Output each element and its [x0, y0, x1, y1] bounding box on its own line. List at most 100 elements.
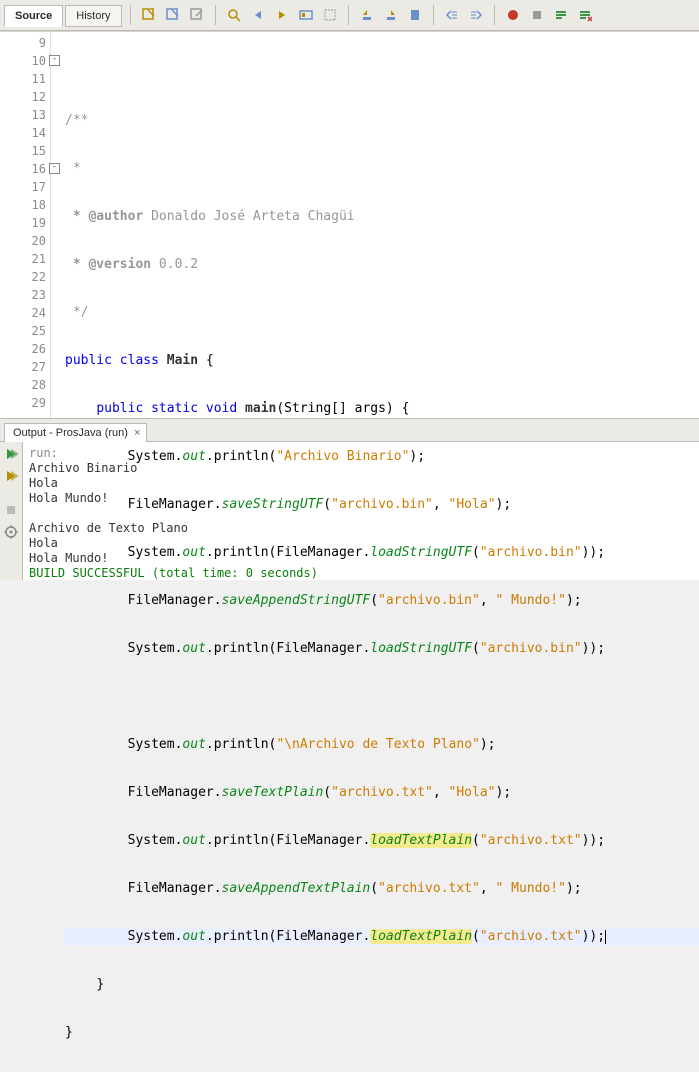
line-number[interactable]: 24 — [0, 304, 50, 322]
punct: ); — [409, 449, 425, 464]
separator — [215, 5, 216, 25]
last-edit-icon[interactable] — [138, 4, 160, 26]
back-icon[interactable] — [162, 4, 184, 26]
shift-left-icon[interactable] — [441, 4, 463, 26]
find-prev-icon[interactable] — [247, 4, 269, 26]
string-literal: "archivo.bin" — [331, 497, 433, 512]
line-number[interactable]: 11 — [0, 70, 50, 88]
line-number[interactable]: 10- — [0, 52, 50, 70]
version-value: 0.0.2 — [151, 257, 198, 272]
line-number[interactable]: 16- — [0, 160, 50, 178]
find-next-icon[interactable] — [271, 4, 293, 26]
next-bookmark-icon[interactable] — [380, 4, 402, 26]
line-number-gutter: 910-111213141516-17181920212223242526272… — [0, 32, 51, 418]
output-tab[interactable]: Output - ProsJava (run) × — [4, 423, 147, 442]
toggle-highlight-icon[interactable] — [295, 4, 317, 26]
field: out — [182, 833, 205, 848]
method-name: main — [245, 401, 276, 416]
forward-icon[interactable] — [186, 4, 208, 26]
close-icon[interactable]: × — [134, 427, 140, 439]
method-call: saveAppendTextPlain — [222, 881, 371, 896]
separator — [348, 5, 349, 25]
method-call: loadTextPlain — [370, 833, 472, 848]
find-selection-icon[interactable] — [223, 4, 245, 26]
rerun-icon[interactable] — [3, 446, 19, 462]
prev-bookmark-icon[interactable] — [356, 4, 378, 26]
field: out — [182, 929, 205, 944]
line-number[interactable]: 13 — [0, 106, 50, 124]
tab-history[interactable]: History — [65, 5, 121, 27]
macro-stop-icon[interactable] — [526, 4, 548, 26]
class-name: Main — [167, 353, 198, 368]
comment-icon[interactable] — [550, 4, 572, 26]
class-ref: FileManager. — [276, 545, 370, 560]
class-ref: System. — [128, 545, 183, 560]
version-tag: * @version — [65, 257, 151, 272]
string-literal: "archivo.bin" — [480, 545, 582, 560]
method-call: saveTextPlain — [222, 785, 324, 800]
class-ref: FileManager. — [128, 785, 222, 800]
stop-icon[interactable] — [3, 502, 19, 518]
output-sidebar — [0, 442, 23, 580]
toggle-rect-icon[interactable] — [319, 4, 341, 26]
punct: , — [433, 497, 449, 512]
punct: , — [480, 881, 496, 896]
separator — [494, 5, 495, 25]
line-number[interactable]: 18 — [0, 196, 50, 214]
brace: { — [198, 353, 214, 368]
brace: } — [96, 977, 104, 992]
class-ref: System. — [128, 449, 183, 464]
class-ref: FileManager. — [128, 881, 222, 896]
field: out — [182, 737, 205, 752]
macro-record-icon[interactable] — [502, 4, 524, 26]
line-number[interactable]: 15 — [0, 142, 50, 160]
line-number[interactable]: 25 — [0, 322, 50, 340]
author-name: Donaldo José Arteta Chagüi — [143, 209, 354, 224]
punct: )); — [582, 929, 605, 944]
keyword: public — [65, 353, 112, 368]
brace: } — [65, 1025, 73, 1040]
class-ref: FileManager. — [276, 641, 370, 656]
code-editor[interactable]: 910-111213141516-17181920212223242526272… — [0, 31, 699, 418]
method-call: saveAppendStringUTF — [222, 593, 371, 608]
toggle-bookmark-icon[interactable] — [404, 4, 426, 26]
string-literal: "archivo.bin" — [480, 641, 582, 656]
separator — [433, 5, 434, 25]
punct: )); — [582, 833, 605, 848]
line-number[interactable]: 17 — [0, 178, 50, 196]
settings-icon[interactable] — [3, 524, 19, 540]
field: out — [182, 449, 205, 464]
shift-right-icon[interactable] — [465, 4, 487, 26]
line-number[interactable]: 26 — [0, 340, 50, 358]
method-call: .println( — [206, 737, 276, 752]
code-content[interactable]: /** * * @author Donaldo José Arteta Chag… — [51, 32, 699, 418]
class-ref: System. — [128, 641, 183, 656]
keyword: class — [120, 353, 159, 368]
tab-source[interactable]: Source — [4, 5, 63, 27]
line-number[interactable]: 29 — [0, 394, 50, 412]
line-number[interactable]: 23 — [0, 286, 50, 304]
output-tab-label: Output - ProsJava (run) — [13, 427, 128, 439]
string-literal: "archivo.txt" — [480, 833, 582, 848]
keyword: void — [206, 401, 237, 416]
line-number[interactable]: 12 — [0, 88, 50, 106]
line-number[interactable]: 19 — [0, 214, 50, 232]
line-number[interactable]: 27 — [0, 358, 50, 376]
line-number[interactable]: 14 — [0, 124, 50, 142]
method-call: .println( — [206, 449, 276, 464]
line-number[interactable]: 28 — [0, 376, 50, 394]
line-number[interactable]: 21 — [0, 250, 50, 268]
params: (String[] args) { — [276, 401, 409, 416]
method-call: .println( — [206, 833, 276, 848]
rerun-debug-icon[interactable] — [3, 468, 19, 484]
uncomment-icon[interactable] — [574, 4, 596, 26]
punct: ); — [496, 497, 512, 512]
string-literal: "\nArchivo de Texto Plano" — [276, 737, 480, 752]
line-number[interactable]: 20 — [0, 232, 50, 250]
method-call: loadTextPlain — [370, 929, 472, 944]
line-number[interactable]: 22 — [0, 268, 50, 286]
method-call: saveStringUTF — [222, 497, 324, 512]
method-call: .println( — [206, 641, 276, 656]
line-number[interactable]: 9 — [0, 34, 50, 52]
method-call: loadStringUTF — [370, 545, 472, 560]
